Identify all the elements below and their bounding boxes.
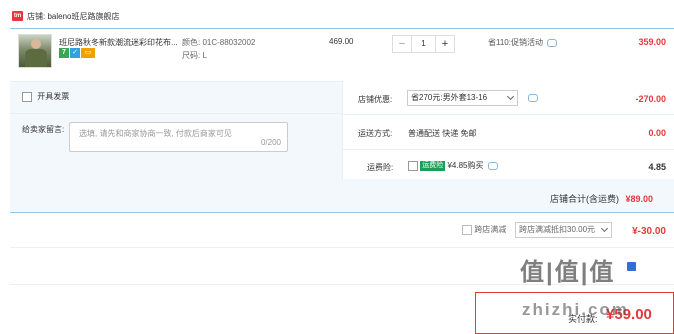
insurance-amount: 4.85 (648, 162, 666, 172)
qty-minus-button[interactable]: − (393, 36, 411, 52)
item-subtotal: 359.00 (638, 37, 666, 47)
insurance-option[interactable]: 运费险 ¥4.85购买 (408, 160, 498, 171)
quantity-stepper: − 1 + (392, 35, 455, 53)
watermark-logo: 值|值|值 (520, 259, 616, 286)
insurance-price-text: ¥4.85购买 (447, 161, 484, 170)
invoice-option[interactable]: 开具发票 (22, 91, 69, 102)
divider (342, 149, 674, 150)
discount-info-icon[interactable] (528, 93, 538, 102)
insurance-label: 运费险: (367, 163, 394, 172)
full-reduction-label: 跨店满减 (474, 225, 507, 234)
tmall-logo-icon: tm (12, 11, 23, 21)
qty-input[interactable]: 1 (411, 36, 436, 52)
insurance-info-icon[interactable] (487, 161, 498, 170)
product-size: 尺码: L (182, 51, 207, 60)
shipping-label: 运送方式: (358, 129, 393, 138)
divider (10, 113, 342, 114)
divider (10, 247, 674, 248)
store-discount-option: 省270元:男外套13-16 (411, 93, 488, 102)
promo-info: 省110:促销活动 (488, 37, 557, 48)
credit-card-icon: ▭ (81, 48, 95, 58)
product-title[interactable]: 班尼路秋冬新款潮流迷彩印花布... (59, 37, 181, 48)
unit-price: 469.00 (329, 37, 354, 46)
divider (342, 81, 343, 180)
chevron-down-icon (600, 224, 609, 233)
watermark-url: zhizhi.com (522, 300, 629, 319)
seven-day-return-icon: 7 (59, 48, 69, 58)
message-label: 给卖家留言: (22, 125, 65, 134)
store-discount-label: 店铺优惠: (358, 95, 393, 104)
chevron-down-icon (506, 92, 515, 101)
insurance-tag: 运费险 (420, 160, 446, 171)
product-color: 颜色: 01C-88032002 (182, 38, 256, 47)
insurance-checkbox[interactable] (408, 160, 418, 171)
divider (342, 114, 674, 115)
full-reduction-option[interactable]: 跨店满减 (462, 224, 506, 235)
shipping-amount: 0.00 (648, 128, 666, 138)
invoice-checkbox[interactable] (22, 91, 32, 102)
product-badges: 7 ✓ ▭ (59, 48, 96, 58)
full-reduction-amount: ¥-30.00 (632, 226, 666, 237)
product-thumbnail[interactable] (18, 34, 52, 68)
shipping-method: 普通配送 快递 免邮 (408, 129, 477, 138)
full-reduction-option-text: 跨店满减抵扣30.00元 (519, 225, 596, 234)
message-placeholder: 选填, 请先和商家协商一致, 付款后商家可见 (79, 129, 232, 138)
guarantee-icon: ✓ (70, 48, 80, 58)
qty-plus-button[interactable]: + (436, 36, 454, 52)
message-char-count: 0/200 (260, 138, 281, 147)
cart-item-row (10, 28, 674, 80)
full-reduction-select[interactable]: 跨店满减抵扣30.00元 (515, 222, 612, 238)
seller-message-input[interactable]: 选填, 请先和商家协商一致, 付款后商家可见 0/200 (69, 122, 288, 152)
option-checkbox-icon[interactable] (627, 262, 636, 271)
store-name-link[interactable]: 店铺: baleno班尼路旗舰店 (27, 11, 119, 22)
promo-info-icon[interactable] (546, 38, 557, 47)
full-reduction-checkbox[interactable] (462, 224, 472, 235)
store-total-label: 店铺合计(含运费) (550, 194, 619, 204)
store-total: 店铺合计(含运费) ¥89.00 (550, 192, 653, 205)
invoice-label: 开具发票 (37, 92, 70, 101)
store-discount-amount: -270.00 (635, 94, 666, 104)
store-discount-select[interactable]: 省270元:男外套13-16 (407, 90, 518, 106)
store-total-amount: ¥89.00 (625, 194, 654, 204)
promo-text: 省110:促销活动 (488, 38, 543, 47)
